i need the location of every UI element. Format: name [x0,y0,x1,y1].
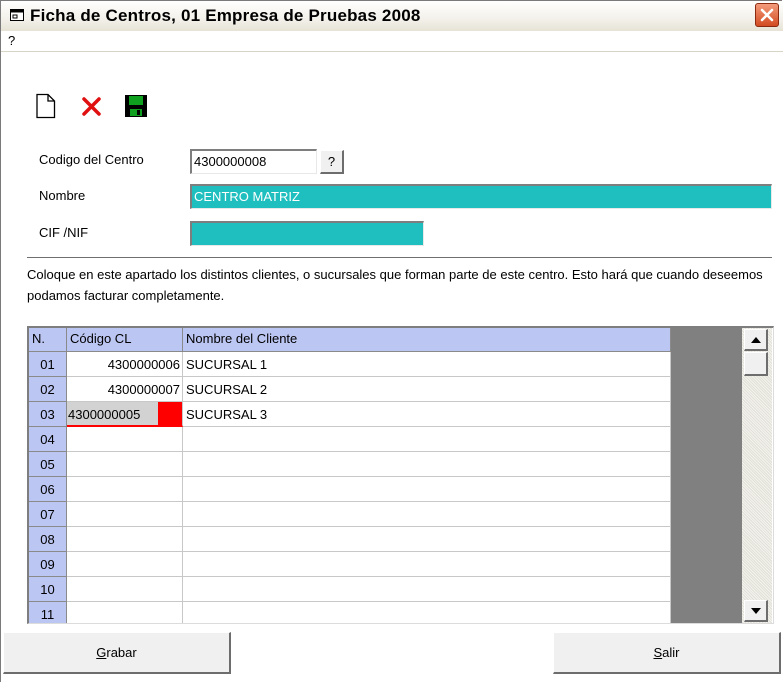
new-document-icon [36,93,56,119]
description-text: Coloque en este apartado los distintos c… [27,267,763,303]
menu-help[interactable]: ? [8,33,15,48]
delete-button[interactable] [79,93,105,119]
cell-codigo[interactable] [67,577,183,602]
cell-nombre[interactable] [183,577,671,602]
column-header-codigo[interactable]: Código CL [67,328,183,352]
separator [27,257,772,259]
row-number[interactable]: 07 [29,502,67,527]
scroll-down-button[interactable] [744,600,768,622]
grid-empty-area [671,328,742,623]
arrow-up-icon [751,337,761,343]
salir-label: alir [662,645,680,660]
cif-nif-input[interactable] [190,221,424,246]
close-icon [760,8,774,22]
row-number[interactable]: 02 [29,377,67,402]
delete-x-icon [82,97,101,116]
cell-nombre[interactable] [183,602,671,623]
codigo-lookup-button[interactable]: ? [320,150,344,174]
cell-codigo[interactable] [67,527,183,552]
arrow-down-icon [751,608,761,614]
cell-codigo[interactable] [67,602,183,623]
cell-codigo[interactable] [67,452,183,477]
salir-button[interactable]: Salir [553,632,781,674]
cell-nombre[interactable] [183,427,671,452]
close-button[interactable] [755,3,779,27]
cell-nombre[interactable] [183,452,671,477]
scroll-thumb[interactable] [744,352,768,376]
cell-nombre[interactable]: SUCURSAL 1 [183,352,671,377]
nombre-label: Nombre [39,188,86,203]
cell-codigo[interactable]: 4300000005 [67,402,183,427]
scroll-up-button[interactable] [744,329,768,351]
grabar-button[interactable]: Grabar [3,632,231,674]
row-number[interactable]: 05 [29,452,67,477]
column-header-nombre[interactable]: Nombre del Cliente [183,328,671,352]
cell-codigo[interactable]: 4300000006 [67,352,183,377]
cell-nombre[interactable] [183,527,671,552]
window-title: Ficha de Centros, 01 Empresa de Pruebas … [30,6,421,25]
cell-codigo[interactable]: 4300000007 [67,377,183,402]
nombre-input[interactable]: CENTRO MATRIZ [190,184,772,209]
cell-codigo[interactable] [67,502,183,527]
row-number[interactable]: 09 [29,552,67,577]
row-number[interactable]: 04 [29,427,67,452]
grabar-label: rabar [106,645,137,660]
cell-nombre[interactable] [183,552,671,577]
cell-nombre[interactable] [183,477,671,502]
cell-codigo[interactable] [67,427,183,452]
menu-bar: ? [1,31,783,52]
cell-codigo[interactable] [67,552,183,577]
cell-nombre[interactable]: SUCURSAL 2 [183,377,671,402]
codigo-centro-label: Codigo del Centro [39,152,144,167]
cell-nombre[interactable]: SUCURSAL 3 [183,402,671,427]
row-number[interactable]: 06 [29,477,67,502]
title-bar[interactable]: Ficha de Centros, 01 Empresa de Pruebas … [1,1,783,32]
cell-codigo[interactable] [67,477,183,502]
cell-nombre[interactable] [183,502,671,527]
cif-nif-label: CIF /NIF [39,225,89,240]
grabar-mnemonic: G [96,645,107,660]
row-number[interactable]: 03 [29,402,67,427]
toolbar [1,52,783,132]
app-window-icon [10,9,24,21]
save-disk-icon [125,95,147,117]
window: Ficha de Centros, 01 Empresa de Pruebas … [0,0,783,682]
codigo-centro-input[interactable]: 4300000008 [190,149,317,174]
clientes-grid[interactable]: N. Código CL Nombre del Cliente 01 430000… [27,326,774,624]
row-number[interactable]: 01 [29,352,67,377]
row-number[interactable]: 10 [29,577,67,602]
column-header-n[interactable]: N. [29,328,67,352]
save-button[interactable] [123,93,149,119]
row-number[interactable]: 11 [29,602,67,623]
salir-mnemonic: S [653,645,663,660]
new-button[interactable] [33,93,59,119]
vertical-scrollbar[interactable] [742,328,772,623]
row-number[interactable]: 08 [29,527,67,552]
